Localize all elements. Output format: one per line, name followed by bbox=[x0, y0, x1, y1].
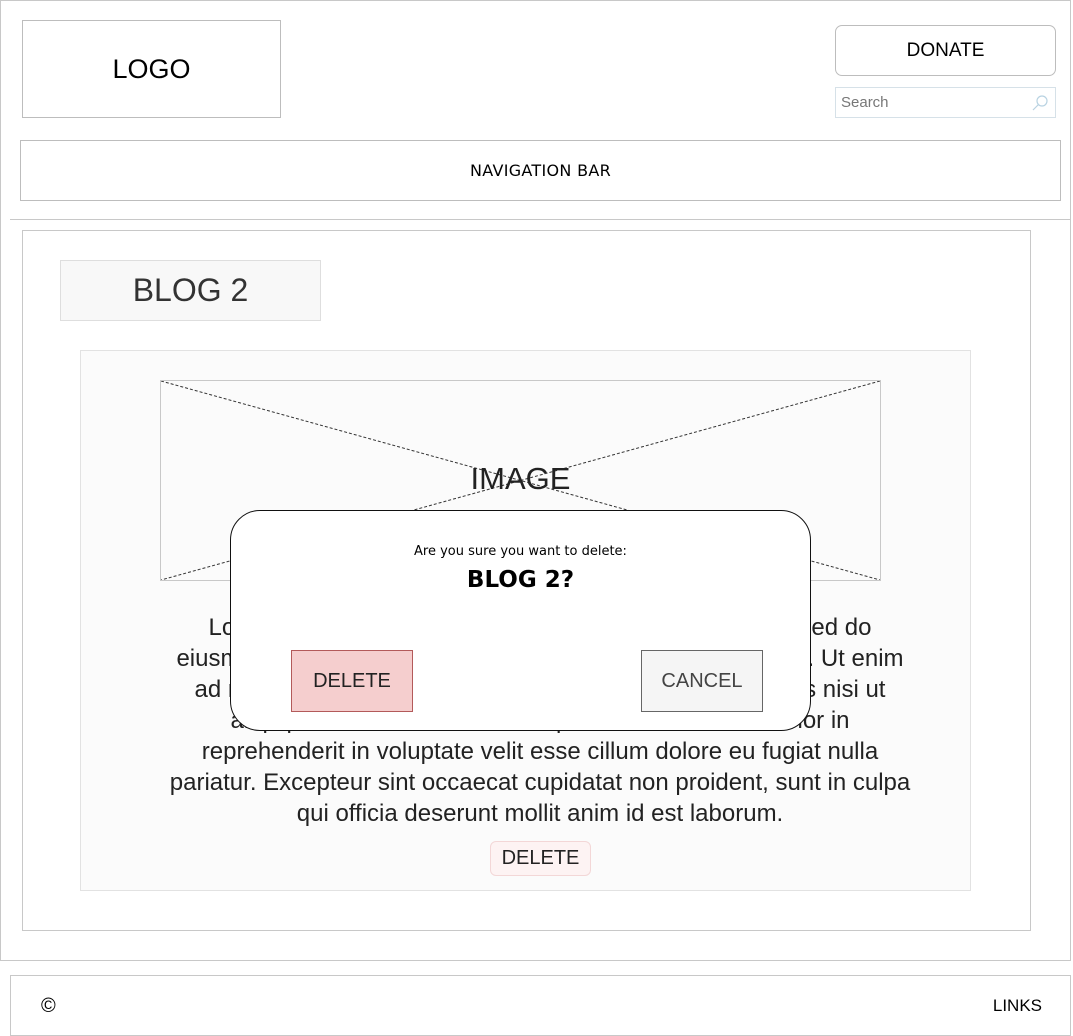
footer-links[interactable]: LINKS bbox=[993, 996, 1042, 1016]
delete-confirm-dialog: Are you sure you want to delete: BLOG 2?… bbox=[230, 510, 811, 731]
confirm-delete-button[interactable]: DELETE bbox=[291, 650, 413, 712]
delete-post-button[interactable]: DELETE bbox=[490, 841, 591, 876]
search-input[interactable] bbox=[836, 88, 1026, 117]
confirm-target-title: BLOG 2? bbox=[466, 567, 575, 593]
donate-button[interactable]: DONATE bbox=[835, 25, 1056, 76]
logo[interactable]: LOGO bbox=[22, 20, 281, 118]
search-box bbox=[835, 87, 1056, 118]
footer: © LINKS bbox=[10, 975, 1071, 1036]
header-divider bbox=[10, 219, 1071, 220]
search-icon[interactable] bbox=[1031, 94, 1049, 112]
navigation-bar[interactable]: NAVIGATION BAR bbox=[20, 140, 1061, 201]
confirm-question: Are you sure you want to delete: bbox=[414, 544, 627, 559]
image-label: IMAGE bbox=[470, 461, 571, 496]
cancel-button[interactable]: CANCEL bbox=[641, 650, 763, 712]
page-title: BLOG 2 bbox=[60, 260, 321, 321]
copyright-icon: © bbox=[41, 995, 56, 1017]
